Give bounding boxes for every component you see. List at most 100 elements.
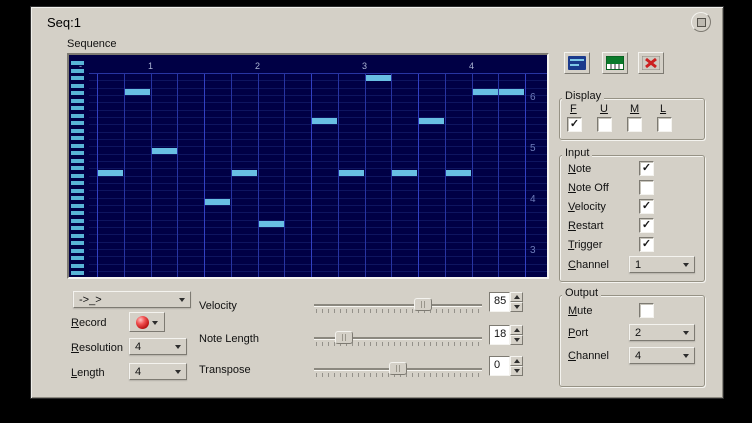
detach-icon — [697, 18, 706, 27]
display-option-l-checkbox[interactable] — [657, 117, 672, 132]
display-option-m-checkbox[interactable] — [627, 117, 642, 132]
input-channel-combo[interactable]: 1 — [629, 256, 695, 273]
key-mark — [71, 106, 84, 110]
delete-icon — [642, 56, 660, 70]
note-length-value[interactable]: 18 — [489, 325, 510, 345]
spin-down-button[interactable] — [510, 302, 523, 312]
record-button[interactable] — [129, 312, 165, 332]
key-mark — [71, 196, 84, 200]
key-mark — [71, 144, 84, 148]
piano-roll[interactable]: -12346543 — [69, 55, 547, 277]
chevron-down-icon — [683, 331, 689, 338]
toolbar-button-delete[interactable] — [638, 52, 664, 74]
note-bar[interactable] — [392, 170, 417, 176]
chevron-down-icon — [152, 321, 158, 328]
grid-beat-line — [525, 73, 526, 277]
note-length-slider-handle[interactable] — [335, 331, 353, 344]
note-bar[interactable] — [232, 170, 257, 176]
spin-up-button[interactable] — [510, 325, 523, 335]
length-combo[interactable]: 4 — [129, 363, 187, 380]
grid-row-line — [89, 168, 547, 169]
resolution-combo[interactable]: 4 — [129, 338, 187, 355]
velocity-spinbox[interactable]: 85 — [489, 292, 523, 312]
note-bar[interactable] — [366, 75, 391, 81]
slider-grip — [419, 301, 427, 308]
grid-beat-line — [418, 73, 419, 277]
chevron-down-icon — [175, 370, 181, 377]
spin-down-button[interactable] — [510, 366, 523, 376]
key-mark — [71, 114, 84, 118]
ruler-beat-label: 1 — [148, 61, 153, 71]
output-group-label: Output — [562, 287, 601, 299]
velocity-slider-handle[interactable] — [414, 298, 432, 311]
note-bar[interactable] — [312, 118, 337, 124]
key-mark — [71, 256, 84, 260]
note-length-spinbox[interactable]: 18 — [489, 325, 523, 345]
spin-down-button[interactable] — [510, 335, 523, 345]
grid-row-line — [89, 205, 547, 206]
record-label: Record — [71, 317, 106, 329]
key-mark — [71, 121, 84, 125]
input-trigger-checkbox[interactable]: ✓ — [639, 237, 654, 252]
record-icon — [136, 316, 149, 329]
input-note-label: Note — [568, 163, 591, 175]
note-bar[interactable] — [125, 89, 150, 95]
display-group: F ✓ U M L — [559, 98, 705, 140]
chevron-down-icon — [683, 263, 689, 270]
note-bar[interactable] — [98, 170, 123, 176]
note-bar[interactable] — [259, 221, 284, 227]
input-note-off-checkbox[interactable] — [639, 180, 654, 195]
grid-beat-line — [472, 73, 473, 277]
output-channel-combo[interactable]: 4 — [629, 347, 695, 364]
grid-beat-line — [365, 73, 366, 277]
note-bar[interactable] — [446, 170, 471, 176]
triangle-up-icon — [514, 292, 520, 299]
ruler-beat-label: 2 — [255, 61, 260, 71]
ruler-line — [89, 73, 547, 74]
note-bar[interactable] — [152, 148, 177, 154]
transpose-slider[interactable] — [314, 361, 482, 377]
key-mark — [71, 204, 84, 208]
grid-row-line — [89, 234, 547, 235]
toolbar-button-screen[interactable] — [564, 52, 590, 74]
velocity-label: Velocity — [199, 300, 237, 312]
key-mark — [71, 69, 84, 73]
input-note-checkbox[interactable]: ✓ — [639, 161, 654, 176]
transpose-spinbox[interactable]: 0 — [489, 356, 523, 376]
key-mark — [71, 219, 84, 223]
note-bar[interactable] — [339, 170, 364, 176]
note-bar[interactable] — [499, 89, 524, 95]
output-group: Mute Port 2 Channel 4 — [559, 295, 705, 387]
key-mark — [71, 241, 84, 245]
spin-up-button[interactable] — [510, 292, 523, 302]
output-port-combo[interactable]: 2 — [629, 324, 695, 341]
transpose-slider-handle[interactable] — [389, 362, 407, 375]
toolbar-button-keyboard[interactable] — [602, 52, 628, 74]
desktop: { "window": { "title": "Seq:1" }, "toolb… — [0, 0, 752, 423]
display-option-f-checkbox[interactable]: ✓ — [567, 117, 582, 132]
spin-up-button[interactable] — [510, 356, 523, 366]
note-length-slider[interactable] — [314, 330, 482, 346]
note-bar[interactable] — [205, 199, 230, 205]
direction-combo[interactable]: ->_> — [73, 291, 191, 308]
grid-beat-line — [124, 73, 125, 277]
triangle-down-icon — [514, 338, 520, 345]
transpose-value[interactable]: 0 — [489, 356, 510, 376]
direction-value: ->_> — [79, 294, 102, 306]
grid-row-line — [89, 110, 547, 111]
display-option-u-checkbox[interactable] — [597, 117, 612, 132]
display-option-m-label: M — [630, 103, 639, 115]
input-note-off-label: Note Off — [568, 182, 609, 194]
input-velocity-checkbox[interactable]: ✓ — [639, 199, 654, 214]
grid-row-line — [89, 161, 547, 162]
grid-row-line — [89, 102, 547, 103]
velocity-slider[interactable] — [314, 297, 482, 313]
output-mute-checkbox[interactable] — [639, 303, 654, 318]
velocity-value[interactable]: 85 — [489, 292, 510, 312]
input-restart-checkbox[interactable]: ✓ — [639, 218, 654, 233]
ruler-beat-label: 4 — [469, 61, 474, 71]
note-bar[interactable] — [473, 89, 498, 95]
detach-button[interactable] — [691, 12, 711, 32]
note-bar[interactable] — [419, 118, 444, 124]
output-channel-label: Channel — [568, 350, 609, 362]
